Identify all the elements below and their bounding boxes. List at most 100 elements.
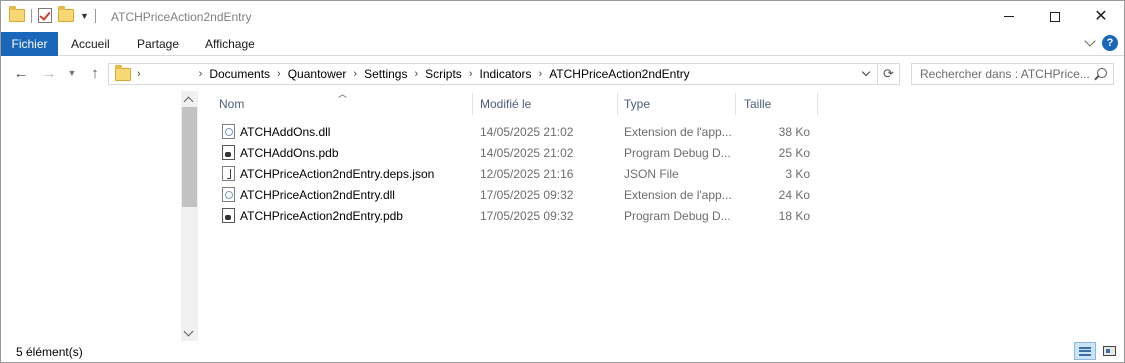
toolbar-divider xyxy=(94,8,96,23)
breadcrumb-documents[interactable]: Documents xyxy=(208,67,271,81)
file-size: 3 Ko xyxy=(785,166,810,181)
file-name: ATCHAddOns.dll xyxy=(240,124,331,139)
file-type: Extension de l'app... xyxy=(624,187,732,202)
file-size: 38 Ko xyxy=(778,124,810,139)
maximize-button[interactable] xyxy=(1032,1,1078,32)
tab-partage[interactable]: Partage xyxy=(125,32,191,56)
breadcrumb-settings[interactable]: Settings xyxy=(363,67,408,81)
file-row[interactable]: ATCHPriceAction2ndEntry.deps.json 12/05/… xyxy=(216,163,816,184)
refresh-button[interactable]: ⟳ xyxy=(877,64,899,84)
json-file-icon xyxy=(222,166,235,181)
ribbon-controls: ? xyxy=(1084,35,1118,51)
help-icon[interactable]: ? xyxy=(1102,35,1118,51)
pdb-file-icon xyxy=(222,145,235,160)
column-header-modified[interactable]: Modifié le xyxy=(474,92,618,116)
folder-icon xyxy=(9,6,25,22)
tab-affichage[interactable]: Affichage xyxy=(193,32,267,56)
breadcrumb-scripts[interactable]: Scripts xyxy=(424,67,463,81)
window-controls: ✕ xyxy=(986,1,1124,32)
address-history-button[interactable] xyxy=(857,64,875,84)
file-name: ATCHAddOns.pdb xyxy=(240,145,339,160)
search-icon xyxy=(1097,68,1107,78)
file-name: ATCHPriceAction2ndEntry.pdb xyxy=(240,208,403,223)
new-folder-icon[interactable] xyxy=(58,6,74,22)
file-type: Program Debug D... xyxy=(624,208,731,223)
back-button[interactable]: ← xyxy=(11,62,31,84)
column-header-type[interactable]: Type xyxy=(618,92,736,116)
close-button[interactable]: ✕ xyxy=(1078,1,1124,32)
file-name: ATCHPriceAction2ndEntry.deps.json xyxy=(240,166,435,181)
forward-button[interactable]: → xyxy=(39,62,59,84)
file-modified: 14/05/2025 21:02 xyxy=(480,145,574,160)
file-size: 25 Ko xyxy=(778,145,810,160)
file-name-cell: ATCHAddOns.pdb xyxy=(222,142,472,163)
breadcrumb-separator[interactable]: › xyxy=(353,68,357,80)
breadcrumb-current-folder[interactable]: ATCHPriceAction2ndEntry xyxy=(548,67,691,81)
status-bar: 5 élément(s) xyxy=(1,340,1124,362)
file-size: 18 Ko xyxy=(778,208,810,223)
file-row[interactable]: ATCHAddOns.pdb 14/05/2025 21:02 Program … xyxy=(216,142,816,163)
file-row[interactable]: ATCHAddOns.dll 14/05/2025 21:02 Extensio… xyxy=(216,121,816,142)
breadcrumb-indicators[interactable]: Indicators xyxy=(478,67,532,81)
refresh-icon: ⟳ xyxy=(883,66,894,81)
view-switcher xyxy=(1074,342,1120,360)
tab-accueil[interactable]: Accueil xyxy=(59,32,122,56)
properties-icon[interactable] xyxy=(38,8,52,23)
column-header-name[interactable]: Nom xyxy=(213,92,473,116)
ribbon-tabs: Fichier Accueil Partage Affichage ? xyxy=(1,32,1124,56)
breadcrumb-separator[interactable]: › xyxy=(137,68,141,80)
details-view-icon xyxy=(1079,346,1091,356)
file-type: JSON File xyxy=(624,166,679,181)
file-type: Program Debug D... xyxy=(624,145,731,160)
breadcrumb-separator[interactable]: › xyxy=(199,68,203,80)
file-modified: 12/05/2025 21:16 xyxy=(480,166,574,181)
tab-fichier[interactable]: Fichier xyxy=(1,32,58,56)
customize-toolbar-icon[interactable]: ▼ xyxy=(80,11,89,21)
file-name-cell: ATCHPriceAction2ndEntry.pdb xyxy=(222,205,472,226)
maximize-icon xyxy=(1050,11,1060,22)
file-row[interactable]: ATCHPriceAction2ndEntry.pdb 17/05/2025 0… xyxy=(216,205,816,226)
toolbar-divider xyxy=(31,8,32,23)
quick-access-toolbar: ▼ xyxy=(9,6,96,23)
scroll-down-icon[interactable] xyxy=(183,326,194,337)
file-modified: 17/05/2025 09:32 xyxy=(480,208,574,223)
minimize-icon xyxy=(1004,16,1014,17)
navigation-bar: ← → ▼ ↑ › › Documents › Quantower › Sett… xyxy=(1,56,1124,90)
file-name: ATCHPriceAction2ndEntry.dll xyxy=(240,187,395,202)
dll-file-icon xyxy=(222,187,235,202)
scroll-up-icon[interactable] xyxy=(183,96,194,107)
file-row[interactable]: ATCHPriceAction2ndEntry.dll 17/05/2025 0… xyxy=(216,184,816,205)
file-size: 24 Ko xyxy=(778,187,810,202)
search-placeholder: Rechercher dans : ATCHPrice... xyxy=(920,67,1090,81)
item-count: 5 élément(s) xyxy=(16,345,83,359)
breadcrumb-separator[interactable]: › xyxy=(469,68,473,80)
expand-ribbon-icon[interactable] xyxy=(1084,35,1096,47)
explorer-window: ▼ ATCHPriceAction2ndEntry ✕ Fichier Accu… xyxy=(0,0,1125,363)
breadcrumb-quantower[interactable]: Quantower xyxy=(287,67,348,81)
minimize-button[interactable] xyxy=(986,1,1032,32)
file-name-cell: ATCHAddOns.dll xyxy=(222,121,472,142)
file-modified: 17/05/2025 09:32 xyxy=(480,187,574,202)
recent-locations-icon[interactable]: ▼ xyxy=(65,62,79,84)
breadcrumb-separator[interactable]: › xyxy=(414,68,418,80)
navigation-pane-scrollbar[interactable] xyxy=(181,91,198,341)
title-bar: ▼ ATCHPriceAction2ndEntry ✕ xyxy=(1,1,1124,32)
pdb-file-icon xyxy=(222,208,235,223)
file-modified: 14/05/2025 21:02 xyxy=(480,124,574,139)
large-icons-view-button[interactable] xyxy=(1098,342,1120,360)
chevron-down-icon xyxy=(861,67,871,77)
breadcrumb-separator[interactable]: › xyxy=(277,68,281,80)
up-button[interactable]: ↑ xyxy=(85,62,105,84)
scrollbar-thumb[interactable] xyxy=(182,107,197,207)
close-icon: ✕ xyxy=(1094,7,1108,25)
file-name-cell: ATCHPriceAction2ndEntry.dll xyxy=(222,184,472,205)
address-bar[interactable]: › › Documents › Quantower › Settings › S… xyxy=(108,63,900,85)
folder-icon xyxy=(115,64,131,81)
column-header-size[interactable]: Taille xyxy=(738,92,818,116)
search-input[interactable]: Rechercher dans : ATCHPrice... xyxy=(911,63,1114,85)
large-icons-view-icon xyxy=(1102,346,1116,356)
details-view-button[interactable] xyxy=(1074,342,1096,360)
dll-file-icon xyxy=(222,124,235,139)
window-title: ATCHPriceAction2ndEntry xyxy=(111,10,252,24)
breadcrumb-separator[interactable]: › xyxy=(539,68,543,80)
